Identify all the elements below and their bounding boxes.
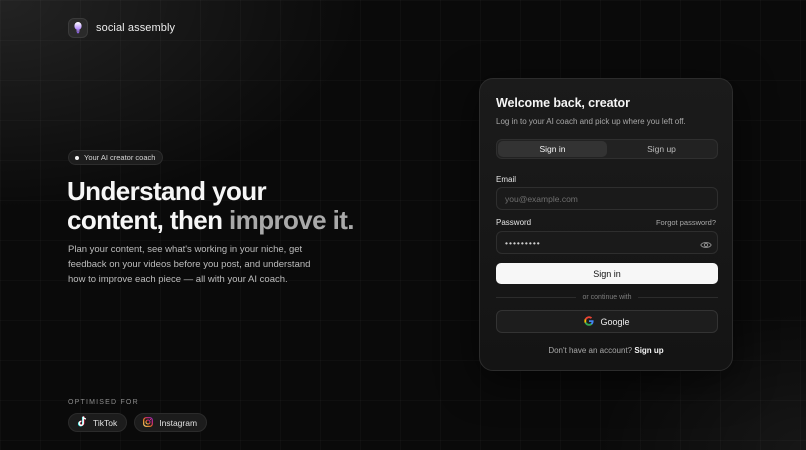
divider-text: or continue with (582, 293, 632, 301)
hero-title: Understand your content, then improve it… (67, 176, 355, 235)
google-sign-in-button[interactable]: Google (496, 310, 718, 333)
login-card: Welcome back, creator Log in to your AI … (479, 78, 733, 371)
platform-label: TikTok (93, 417, 118, 428)
divider: or continue with (496, 292, 718, 302)
platforms-list: TikTok Instagram (68, 413, 208, 432)
hero-title-line2a: content, then (67, 205, 230, 235)
eye-icon[interactable] (700, 237, 712, 248)
forgot-password-link[interactable]: Forgot password? (656, 218, 716, 227)
platform-label: Instagram (159, 417, 198, 428)
google-icon (584, 315, 595, 328)
email-label: Email (496, 175, 517, 184)
brand-name: social assembly (96, 22, 176, 34)
instagram-icon (143, 416, 154, 429)
platforms-label: OPTIMISED FOR (68, 399, 139, 406)
hero-badge-label: Your AI creator coach (84, 153, 156, 162)
divider-line (637, 296, 718, 298)
signup-prompt: Don't have an account? (548, 346, 633, 355)
login-title: Welcome back, creator (496, 96, 630, 110)
platform-tiktok[interactable]: TikTok (68, 413, 128, 432)
password-wrapper (496, 231, 718, 254)
signup-prompt-line: Don't have an account? Sign up (480, 346, 732, 355)
password-field[interactable] (496, 231, 718, 254)
divider-line (496, 296, 577, 298)
brand-logo[interactable]: social assembly (68, 18, 175, 38)
email-field[interactable] (496, 187, 718, 210)
dot-icon (75, 155, 79, 160)
hero-title-line2b: improve it. (229, 205, 354, 235)
hero-badge: Your AI creator coach (68, 150, 164, 165)
lightbulb-icon (68, 18, 88, 38)
password-label: Password (496, 218, 532, 227)
hero-description: Plan your content, see what's working in… (68, 244, 311, 285)
tab-sign-in[interactable]: Sign in (498, 141, 607, 157)
hero-title-line1: Understand your (67, 176, 267, 206)
tab-sign-up[interactable]: Sign up (607, 141, 716, 157)
tiktok-icon (77, 416, 87, 429)
sign-in-button[interactable]: Sign in (496, 263, 718, 284)
platform-instagram[interactable]: Instagram (134, 413, 208, 432)
sign-up-link[interactable]: Sign up (634, 346, 663, 355)
auth-tabs: Sign in Sign up (496, 139, 718, 159)
google-label: Google (600, 316, 630, 327)
login-subtitle: Log in to your AI coach and pick up wher… (496, 117, 686, 126)
